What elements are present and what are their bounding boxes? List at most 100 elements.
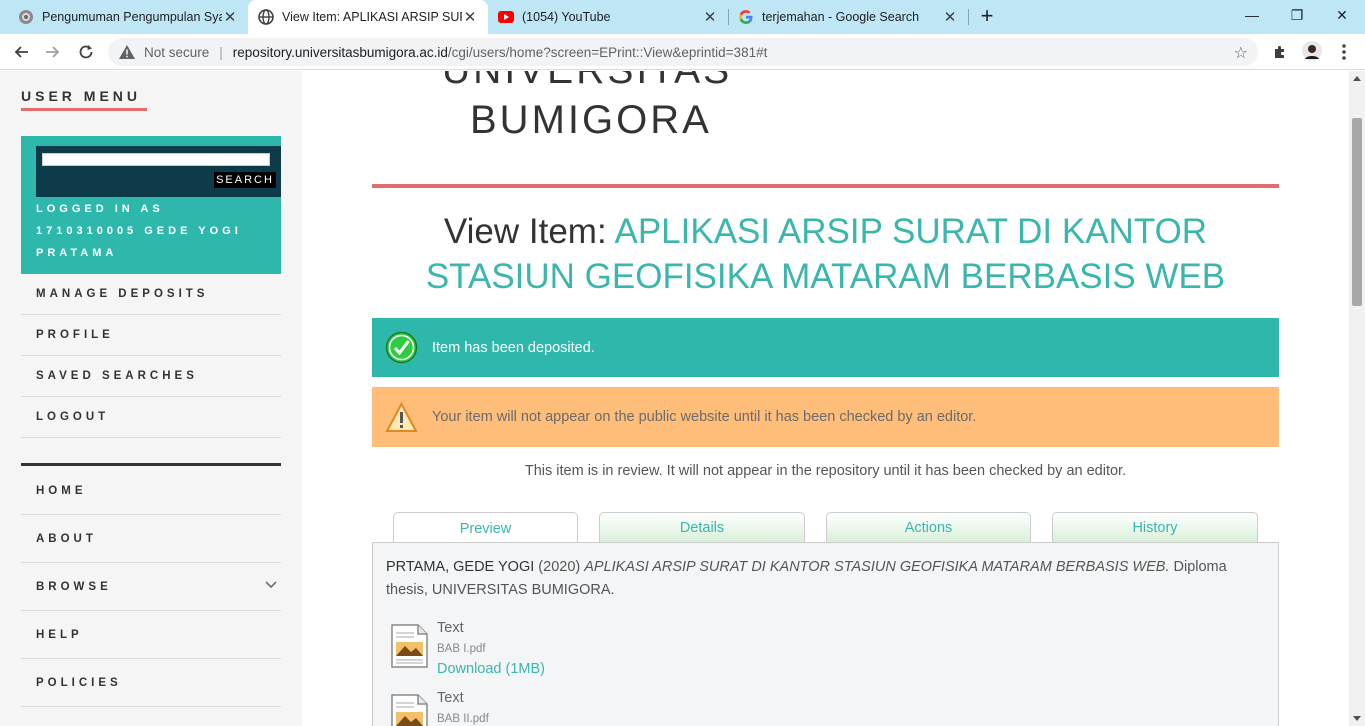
site-logo-text-top: UNIVERSITAS (442, 71, 732, 93)
url-path: /cgi/users/home?screen=EPrint::View&epri… (447, 44, 768, 60)
tab-label: Details (679, 520, 725, 536)
item-tabs: Preview Details Actions History (372, 512, 1279, 544)
reload-icon (79, 45, 93, 59)
url-host: repository.universitasbumigora.ac.id (232, 44, 448, 60)
citation-title: APLIKASI ARSIP SURAT DI KANTOR STASIUN G… (584, 559, 1170, 575)
preview-panel: PRTAMA, GEDE YOGI (2020) APLIKASI ARSIP … (372, 542, 1279, 726)
menu-item-profile[interactable]: PROFILE (21, 315, 281, 356)
check-circle-icon (385, 331, 418, 364)
menu-item-label: PROFILE (36, 329, 114, 341)
browser-tab-view-item[interactable]: View Item: APLIKASI ARSIP SURAT ✕ (248, 0, 488, 34)
page-scrollbar[interactable] (1349, 71, 1365, 726)
menu-item-logout[interactable]: LOGOUT (21, 397, 281, 438)
scroll-down-arrow-icon[interactable] (1353, 716, 1361, 721)
tab-label: Actions (904, 520, 953, 536)
chevron-down-icon[interactable] (265, 577, 277, 592)
window-close-button[interactable]: ✕ (1319, 0, 1365, 30)
browser-menu-icon[interactable] (1334, 42, 1354, 62)
menu-item-manage-deposits[interactable]: MANAGE DEPOSITS (21, 274, 281, 315)
tab-title: terjemahan - Google Search (762, 10, 920, 24)
citation-author[interactable]: PRTAMA, GEDE YOGI (386, 559, 534, 575)
globe-icon (258, 9, 274, 25)
profile-avatar[interactable] (1302, 41, 1322, 61)
nav-item-label: HELP (36, 628, 83, 641)
main-content: UNIVERSITAS BUMIGORA View Item: APLIKASI… (302, 71, 1349, 726)
minimize-button[interactable]: — (1229, 0, 1275, 30)
user-panel: SEARCH LOGGED IN AS 1710310005 GEDE YOGI… (21, 136, 281, 274)
browser-toolbar: Not secure | repository.universitasbumig… (0, 34, 1365, 70)
search-form: SEARCH (36, 146, 281, 197)
close-tab-icon[interactable]: ✕ (222, 8, 238, 26)
reload-button[interactable] (73, 39, 99, 65)
security-indicator[interactable]: Not secure (144, 45, 209, 60)
warning-triangle-icon (119, 45, 135, 59)
nav-item-label: HOME (36, 484, 87, 497)
address-bar[interactable]: Not secure | repository.universitasbumig… (108, 38, 1258, 66)
nav-item-browse[interactable]: BROWSE (21, 563, 281, 611)
sidebar: USER MENU SEARCH LOGGED IN AS 1710310005… (0, 71, 302, 726)
nav-item-about[interactable]: ABOUT (21, 515, 281, 563)
tab-history[interactable]: History (1052, 512, 1258, 543)
menu-divider (21, 463, 281, 466)
menu-item-saved-searches[interactable]: SAVED SEARCHES (21, 356, 281, 397)
extensions-puzzle-icon[interactable] (1270, 42, 1290, 62)
tab-title: Pengumuman Pengumpulan Syar (42, 10, 222, 24)
bookmark-star-icon[interactable]: ☆ (1234, 43, 1248, 63)
success-message: Item has been deposited. (432, 339, 595, 356)
restore-button[interactable]: ❐ (1274, 0, 1320, 30)
warning-icon (385, 401, 418, 432)
nav-item-label: ABOUT (36, 532, 97, 545)
site-logo-text: BUMIGORA (470, 98, 712, 142)
close-tab-icon[interactable]: ✕ (462, 8, 478, 26)
search-input[interactable] (42, 153, 270, 166)
citation: PRTAMA, GEDE YOGI (2020) APLIKASI ARSIP … (386, 556, 1266, 602)
close-tab-icon[interactable]: ✕ (702, 8, 718, 26)
tab-preview[interactable]: Preview (393, 512, 578, 544)
nav-item-help[interactable]: HELP (21, 611, 281, 659)
menu-item-label: MANAGE DEPOSITS (36, 288, 209, 300)
tab-separator (968, 9, 969, 25)
warning-message: Your item will not appear on the public … (432, 409, 977, 425)
back-button[interactable] (8, 39, 34, 65)
youtube-icon (498, 9, 514, 25)
arrow-left-icon (14, 46, 28, 58)
review-status-text: This item is in review. It will not appe… (524, 463, 1127, 479)
warning-alert: Your item will not appear on the public … (372, 387, 1279, 447)
tab-title: (1054) YouTube (522, 10, 611, 24)
address-divider: | (219, 44, 223, 60)
citation-year: (2020) (538, 559, 581, 575)
browser-tab-youtube[interactable]: (1054) YouTube ✕ (488, 0, 728, 34)
search-button[interactable]: SEARCH (214, 172, 276, 188)
browser-tab-google[interactable]: terjemahan - Google Search ✕ (728, 0, 968, 34)
document-type: Text (437, 690, 464, 706)
nav-item-label: BROWSE (36, 580, 112, 593)
header-divider (372, 184, 1279, 188)
logged-in-as: LOGGED IN AS 1710310005 GEDE YOGI PRATAM… (36, 203, 242, 259)
tab-details[interactable]: Details (599, 512, 805, 543)
document-thumbnail-icon[interactable] (391, 624, 428, 668)
web-page: USER MENU SEARCH LOGGED IN AS 1710310005… (0, 71, 1365, 726)
forward-button[interactable] (40, 39, 66, 65)
user-menu-underline (21, 108, 147, 111)
browser-tab-pengumuman[interactable]: Pengumuman Pengumpulan Syar ✕ (8, 0, 248, 34)
menu-item-label: LOGOUT (36, 411, 110, 423)
download-link[interactable]: Download (1MB) (437, 661, 545, 677)
site-seal-icon (18, 9, 34, 25)
tab-actions[interactable]: Actions (826, 512, 1031, 543)
page-title: View Item: APLIKASI ARSIP SURAT DI KANTO… (372, 209, 1279, 299)
document-type: Text (437, 620, 464, 636)
nav-item-home[interactable]: HOME (21, 467, 281, 515)
user-menu-title: USER MENU (21, 88, 142, 104)
scrollbar-thumb[interactable] (1352, 118, 1362, 306)
close-tab-icon[interactable]: ✕ (942, 8, 958, 26)
new-tab-button[interactable]: + (975, 5, 999, 29)
tab-label: Preview (459, 520, 512, 537)
arrow-right-icon (46, 46, 60, 58)
document-thumbnail-icon[interactable] (391, 694, 428, 726)
tab-title: View Item: APLIKASI ARSIP SURAT (282, 10, 462, 24)
browser-tab-strip: Pengumuman Pengumpulan Syar ✕ View Item:… (0, 0, 1365, 34)
scroll-up-arrow-icon[interactable] (1353, 76, 1361, 81)
nav-item-policies[interactable]: POLICIES (21, 659, 281, 707)
nav-item-label: POLICIES (36, 676, 122, 689)
google-icon (738, 9, 754, 25)
